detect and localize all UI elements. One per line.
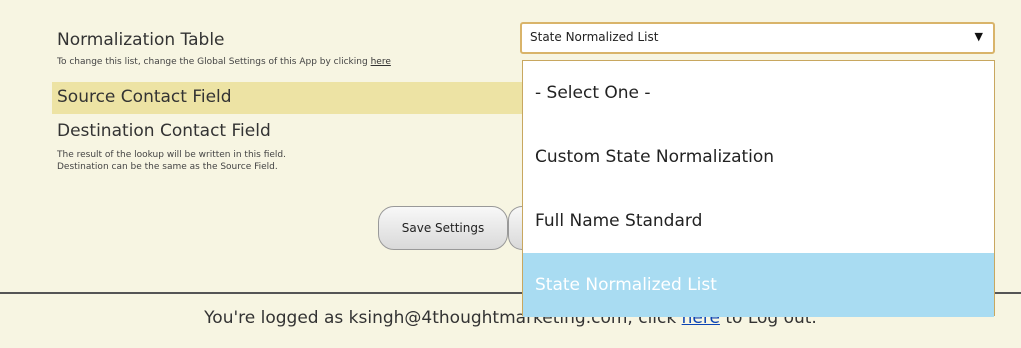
dropdown-option-selected[interactable]: State Normalized List [523, 253, 994, 317]
destination-contact-field-label: Destination Contact Field [57, 121, 271, 141]
destination-hint-line-1: The result of the lookup will be written… [57, 150, 286, 160]
dropdown-option[interactable]: Full Name Standard [523, 189, 994, 253]
chevron-down-icon: ▼ [974, 30, 983, 43]
source-contact-field-label: Source Contact Field [57, 87, 232, 107]
normalization-table-label: Normalization Table [57, 30, 225, 50]
dropdown-option[interactable]: - Select One - [523, 61, 994, 125]
select-dropdown-list: - Select One - Custom State Normalizatio… [522, 60, 995, 317]
normalization-hint-text: To change this list, change the Global S… [57, 57, 368, 67]
save-settings-button[interactable]: Save Settings [378, 206, 508, 250]
dropdown-option[interactable]: Custom State Normalization [523, 125, 994, 189]
secondary-button-edge[interactable] [508, 206, 522, 250]
destination-hint-line-2: Destination can be the same as the Sourc… [57, 162, 278, 172]
select-selected-value: State Normalized List [530, 30, 659, 44]
normalization-hint: To change this list, change the Global S… [57, 56, 519, 68]
global-settings-link[interactable]: here [371, 57, 391, 67]
normalization-table-select[interactable]: State Normalized List ▼ [520, 22, 995, 54]
